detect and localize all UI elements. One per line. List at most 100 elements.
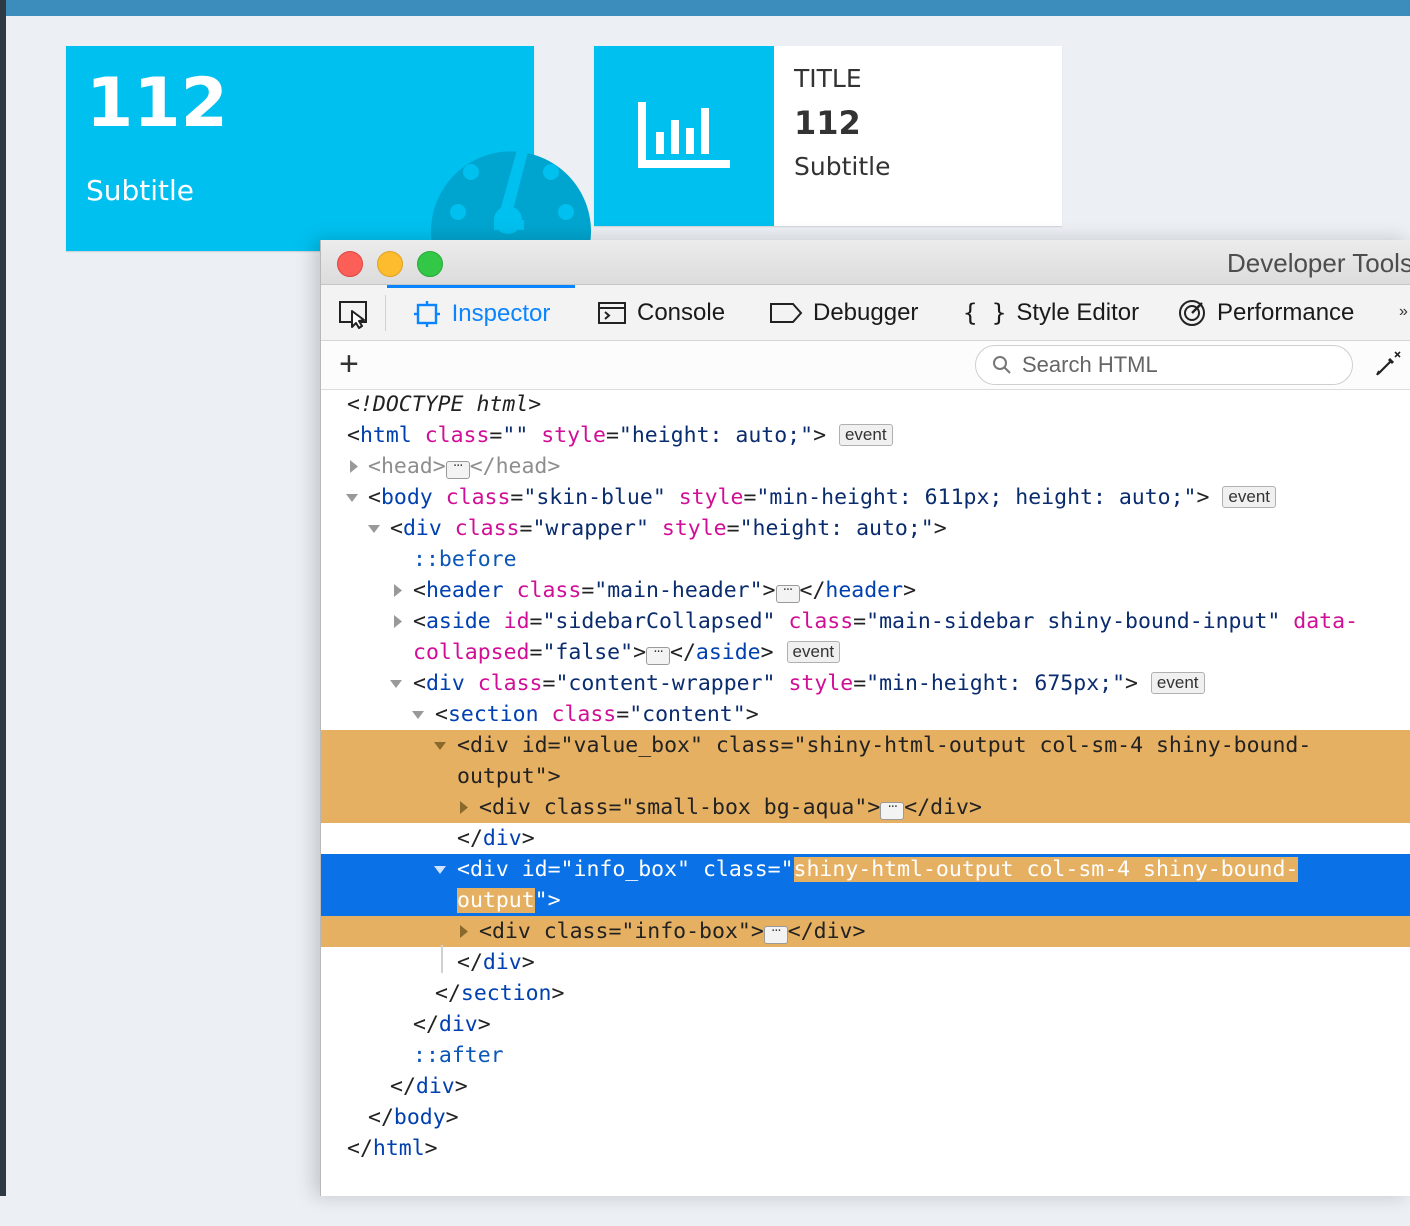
event-badge[interactable]: event: [786, 641, 841, 663]
markup-line-div-close-2[interactable]: </div>: [321, 947, 1410, 978]
attr-name: class: [454, 516, 520, 541]
div-tag-name: div: [438, 1012, 478, 1037]
attr-value: "skin-blue": [523, 485, 666, 510]
collapse-triangle-icon[interactable]: [345, 482, 359, 513]
more-tabs-chevron-icon[interactable]: »: [1399, 303, 1408, 321]
tab-console[interactable]: Console: [597, 285, 725, 340]
markup-line-header[interactable]: <header class="main-header"> ··· </header>: [321, 575, 1410, 606]
markup-line-html-close[interactable]: </html>: [321, 1133, 1410, 1164]
tab-performance[interactable]: Performance: [1177, 285, 1354, 340]
tab-debugger[interactable]: Debugger: [769, 285, 918, 340]
markup-line-div-close-4[interactable]: </div>: [321, 1071, 1410, 1102]
event-badge[interactable]: event: [1150, 672, 1205, 694]
markup-line-section-close[interactable]: </section>: [321, 978, 1410, 1009]
markup-line-after[interactable]: ::after: [321, 1040, 1410, 1071]
add-node-button[interactable]: +: [339, 347, 359, 381]
attr-name: class: [445, 485, 511, 510]
search-html-box[interactable]: [975, 345, 1353, 385]
markup-line-info-box-inner[interactable]: <div class="info-box"> ··· </div>: [321, 916, 1410, 947]
minimize-window-button[interactable]: [377, 251, 403, 277]
element-picker-icon[interactable]: [337, 299, 371, 329]
markup-line-div-close-3[interactable]: </div>: [321, 1009, 1410, 1040]
attr-name: class: [477, 671, 543, 696]
inspector-searchbar: +: [321, 341, 1410, 390]
attr-name: id: [503, 609, 530, 634]
collapse-triangle-icon[interactable]: [411, 699, 425, 730]
markup-line-html[interactable]: <html class="" style="height: auto;"> ev…: [321, 420, 1410, 451]
event-badge[interactable]: event: [1222, 486, 1276, 508]
markup-line-aside-cont[interactable]: collapsed="false"> ··· </aside> event: [321, 637, 1410, 668]
collapsed-children-button[interactable]: ···: [775, 584, 800, 603]
div-tag-name: div: [402, 516, 442, 541]
markup-line-div-close[interactable]: </div>: [321, 823, 1410, 854]
tab-style-editor[interactable]: { } Style Editor: [963, 285, 1139, 340]
performance-icon: [1179, 299, 1205, 326]
devtools-titlebar[interactable]: Developer Tools: [321, 240, 1410, 285]
collapse-triangle-icon[interactable]: [433, 730, 447, 761]
info-box-node-suffix: ">: [534, 888, 561, 913]
markup-line-before[interactable]: ::before: [321, 544, 1410, 575]
markup-line-body[interactable]: <body class="skin-blue" style="min-heigh…: [321, 482, 1410, 513]
attr-value: "height: auto;": [739, 516, 934, 541]
sidebar-edge: [0, 0, 6, 1196]
info-box: TITLE 112 Subtitle: [594, 46, 1062, 226]
search-html-input[interactable]: [1020, 350, 1344, 380]
div-tag-name: div: [482, 826, 522, 851]
info-box-subtitle: Subtitle: [794, 152, 891, 181]
tab-inspector[interactable]: Inspector: [387, 285, 575, 340]
markup-line-head[interactable]: <head> ··· </head>: [321, 451, 1410, 482]
zoom-window-button[interactable]: [417, 251, 443, 277]
attr-value: "min-height: 675px;": [866, 671, 1126, 696]
expand-triangle-icon[interactable]: [457, 792, 471, 823]
expand-triangle-icon[interactable]: [391, 606, 405, 637]
markup-line-section[interactable]: <section class="content">: [321, 699, 1410, 730]
head-tag-name: head: [380, 454, 433, 479]
collapsed-children-button[interactable]: ···: [880, 801, 905, 820]
bar-chart-icon: [638, 102, 730, 168]
div-tag-name: div: [425, 671, 465, 696]
collapse-triangle-icon[interactable]: [367, 513, 381, 544]
info-box-inner-node-close: </div>: [787, 919, 866, 944]
markup-line-content-wrapper[interactable]: <div class="content-wrapper" style="min-…: [321, 668, 1410, 699]
markup-line-value-box[interactable]: <div id="value_box" class="shiny-html-ou…: [321, 730, 1410, 761]
close-window-button[interactable]: [337, 251, 363, 277]
aside-tag-name: aside: [695, 640, 761, 665]
collapsed-children-button[interactable]: ···: [763, 925, 788, 944]
value-box-node-text: <div id="value_box" class="shiny-html-ou…: [457, 733, 1312, 758]
markup-line-wrapper[interactable]: <div class="wrapper" style="height: auto…: [321, 513, 1410, 544]
markup-line-aside[interactable]: <aside id="sidebarCollapsed" class="main…: [321, 606, 1410, 637]
tachometer-icon: [431, 126, 591, 244]
event-badge[interactable]: event: [838, 424, 893, 446]
markup-line-doctype[interactable]: <!DOCTYPE html>: [321, 389, 1410, 420]
markup-line-body-close[interactable]: </body>: [321, 1102, 1410, 1133]
indent-guide: [441, 945, 443, 973]
section-tag-name: section: [460, 981, 552, 1006]
collapse-triangle-icon[interactable]: [389, 668, 403, 699]
expand-triangle-icon[interactable]: [391, 575, 405, 606]
small-box-node-close: </div>: [904, 795, 982, 820]
doctype-text: <!DOCTYPE html>: [347, 392, 542, 417]
value-box-value: 112: [86, 64, 228, 143]
eyedropper-icon[interactable]: [1373, 349, 1403, 379]
markup-line-info-box-selected-cont[interactable]: output">: [321, 885, 1410, 916]
attr-value: "height: auto;": [618, 423, 814, 448]
selected-attr-value[interactable]: shiny-html-output col-sm-4 shiny-bound-: [793, 857, 1299, 882]
pseudo-before: ::before: [413, 547, 517, 572]
devtools-toolbar: Inspector Console Debugger { } Style Edi…: [321, 285, 1410, 341]
expand-triangle-icon[interactable]: [347, 451, 361, 482]
expand-triangle-icon[interactable]: [457, 916, 471, 947]
collapsed-children-button[interactable]: ···: [646, 646, 671, 665]
div-tag-name: div: [482, 950, 522, 975]
attr-name: class: [424, 423, 490, 448]
markup-line-value-box-cont[interactable]: output">: [321, 761, 1410, 792]
window-title: Developer Tools: [1227, 248, 1410, 278]
markup-line-small-box[interactable]: <div class="small-box bg-aqua"> ··· </div>: [321, 792, 1410, 823]
collapse-triangle-icon[interactable]: [433, 854, 447, 885]
attr-value: "content-wrapper": [555, 671, 776, 696]
selected-attr-value-cont[interactable]: output: [457, 888, 535, 913]
markup-line-info-box-selected[interactable]: <div id="info_box" class="shiny-html-out…: [321, 854, 1410, 885]
section-tag-name: section: [447, 702, 539, 727]
value-box: 112 Subtitle: [66, 46, 591, 251]
collapsed-children-button[interactable]: ···: [445, 460, 470, 479]
attr-name: data-: [1293, 609, 1359, 634]
